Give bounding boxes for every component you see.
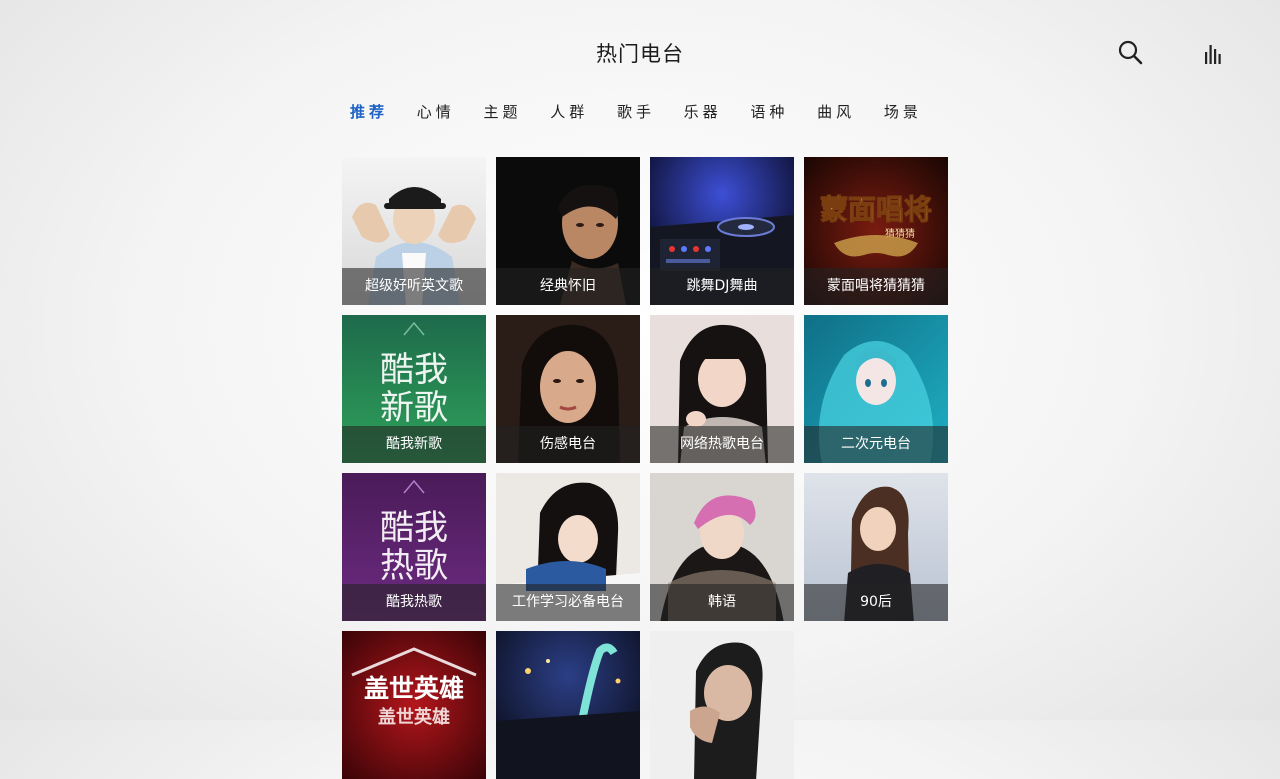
station-card[interactable]: 韩语 [650,473,794,621]
tab-mood[interactable]: 心情 [413,101,459,122]
station-title: 工作学习必备电台 [496,584,640,621]
station-title: 酷我新歌 [342,426,486,463]
station-cover-image: 盖世英雄 盖世英雄 [342,631,486,779]
equalizer-icon[interactable] [1198,40,1228,70]
station-card[interactable] [496,631,640,779]
station-card[interactable]: 伤感电台 [496,315,640,463]
station-grid: 超级好听英文歌 经典怀旧 跳舞DJ舞曲 蒙面唱将 猜猜猜 蒙面唱将猜猜猜 酷我 … [342,157,948,779]
station-cover-text-line1: 酷我 [380,508,448,548]
station-title: 跳舞DJ舞曲 [650,268,794,305]
station-cover-subtext: 盖世英雄 [378,706,450,728]
station-title: 超级好听英文歌 [342,268,486,305]
tab-theme[interactable]: 主题 [479,101,525,122]
station-card[interactable]: 酷我 热歌 酷我热歌 [342,473,486,621]
search-icon[interactable] [1116,38,1146,68]
station-title: 90后 [804,584,948,621]
tab-genre[interactable]: 曲风 [813,101,859,122]
station-title: 韩语 [650,584,794,621]
station-title: 酷我热歌 [342,584,486,621]
page-title: 热门电台 [596,42,684,66]
station-title: 伤感电台 [496,426,640,463]
station-card[interactable]: 二次元电台 [804,315,948,463]
station-cover-text: 盖世英雄 [364,674,464,703]
station-cover-text: 蒙面唱将 [820,193,932,226]
station-card[interactable] [650,631,794,779]
station-card[interactable]: 工作学习必备电台 [496,473,640,621]
station-card[interactable]: 超级好听英文歌 [342,157,486,305]
tab-scene[interactable]: 场景 [880,101,926,122]
station-title: 网络热歌电台 [650,426,794,463]
station-cover-image [496,631,640,779]
station-card[interactable]: 蒙面唱将 猜猜猜 蒙面唱将猜猜猜 [804,157,948,305]
station-card[interactable]: 网络热歌电台 [650,315,794,463]
tab-language[interactable]: 语种 [746,101,792,122]
station-cover-text-line2: 新歌 [380,388,448,428]
station-card[interactable]: 90后 [804,473,948,621]
tab-crowd[interactable]: 人群 [546,101,592,122]
station-cover-text-line1: 酷我 [380,350,448,390]
station-cover-image [650,631,794,779]
station-card[interactable]: 酷我 新歌 酷我新歌 [342,315,486,463]
tab-recommend[interactable]: 推荐 [346,101,392,122]
station-title: 经典怀旧 [496,268,640,305]
station-card[interactable]: 跳舞DJ舞曲 [650,157,794,305]
station-cover-text-line2: 热歌 [380,546,448,586]
category-tabs: 推荐 心情 主题 人群 歌手 乐器 语种 曲风 场景 [346,101,926,122]
station-title: 二次元电台 [804,426,948,463]
station-title: 蒙面唱将猜猜猜 [804,268,948,305]
tab-singer[interactable]: 歌手 [613,101,659,122]
station-card[interactable]: 经典怀旧 [496,157,640,305]
station-card[interactable]: 盖世英雄 盖世英雄 [342,631,486,779]
tab-instrument[interactable]: 乐器 [680,101,726,122]
